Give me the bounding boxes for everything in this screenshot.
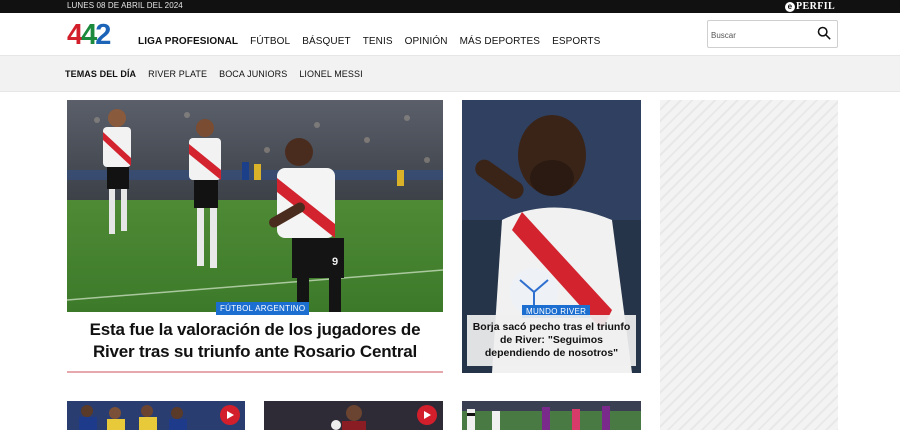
current-date: LUNES 08 DE ABRIL DEL 2024: [67, 1, 183, 10]
video-thumbnail-1[interactable]: [67, 401, 245, 430]
tags-bar: TEMAS DEL DÍA RIVER PLATE BOCA JUNIORS L…: [0, 55, 900, 92]
nav-mas-deportes[interactable]: MÁS DEPORTES: [460, 36, 540, 47]
ad-placeholder: [660, 100, 838, 430]
site-logo[interactable]: 4 4 2: [67, 19, 111, 51]
nav-tenis[interactable]: TENIS: [363, 36, 393, 47]
play-icon[interactable]: [220, 405, 240, 425]
side-article-title-box: Borja sacó pecho tras el triunfo de Rive…: [467, 315, 636, 366]
main-article-category[interactable]: FÚTBOL ARGENTINO: [216, 302, 310, 315]
thumbnail-3-image: [462, 401, 641, 430]
tag-river-plate[interactable]: RIVER PLATE: [148, 69, 207, 79]
thumbnail-1-image: [67, 401, 245, 430]
search-input[interactable]: [711, 27, 811, 43]
tag-boca-juniors[interactable]: BOCA JUNIORS: [219, 69, 287, 79]
main-article-image[interactable]: 9: [67, 100, 443, 312]
nav-basquet[interactable]: BÁSQUET: [302, 36, 351, 47]
main-article-divider: [67, 371, 443, 373]
search-icon[interactable]: [817, 26, 831, 40]
logo-digit-3: 2: [95, 19, 111, 51]
video-thumbnail-2[interactable]: [264, 401, 443, 430]
main-article-title[interactable]: Esta fue la valoración de los jugadores …: [67, 319, 443, 363]
news-thumbnail-3[interactable]: [462, 401, 641, 430]
logo-digit-2: 4: [81, 19, 97, 51]
side-article-title[interactable]: Borja sacó pecho tras el triunfo de Rive…: [472, 321, 631, 360]
top-bar: LUNES 08 DE ABRIL DEL 2024 e PERFIL: [0, 0, 900, 13]
perfil-brand-link[interactable]: e PERFIL: [785, 0, 835, 13]
play-icon[interactable]: [417, 405, 437, 425]
tags-heading: TEMAS DEL DÍA: [65, 69, 137, 79]
side-article[interactable]: MUNDO RIVER Borja sacó pecho tras el tri…: [462, 100, 641, 373]
perfil-logo-icon: e: [785, 1, 795, 12]
site-header: 4 4 2 LIGA PROFESIONAL FÚTBOL BÁSQUET TE…: [0, 13, 900, 55]
svg-text:9: 9: [332, 256, 338, 268]
perfil-brand-label: PERFIL: [796, 1, 836, 12]
tag-lionel-messi[interactable]: LIONEL MESSI: [299, 69, 362, 79]
main-article[interactable]: 9 FÚTBOL ARGENTINO Esta fue la valoració…: [67, 100, 443, 373]
nav-opinion[interactable]: OPINIÓN: [405, 36, 448, 47]
main-nav: LIGA PROFESIONAL FÚTBOL BÁSQUET TENIS OP…: [138, 36, 612, 47]
nav-futbol[interactable]: FÚTBOL: [250, 36, 290, 47]
nav-liga-profesional[interactable]: LIGA PROFESIONAL: [138, 36, 238, 47]
players-celebrating-image: 9: [67, 100, 443, 312]
nav-esports[interactable]: ESPORTS: [552, 36, 600, 47]
logo-digit-1: 4: [67, 19, 83, 51]
search-box: [707, 20, 838, 48]
